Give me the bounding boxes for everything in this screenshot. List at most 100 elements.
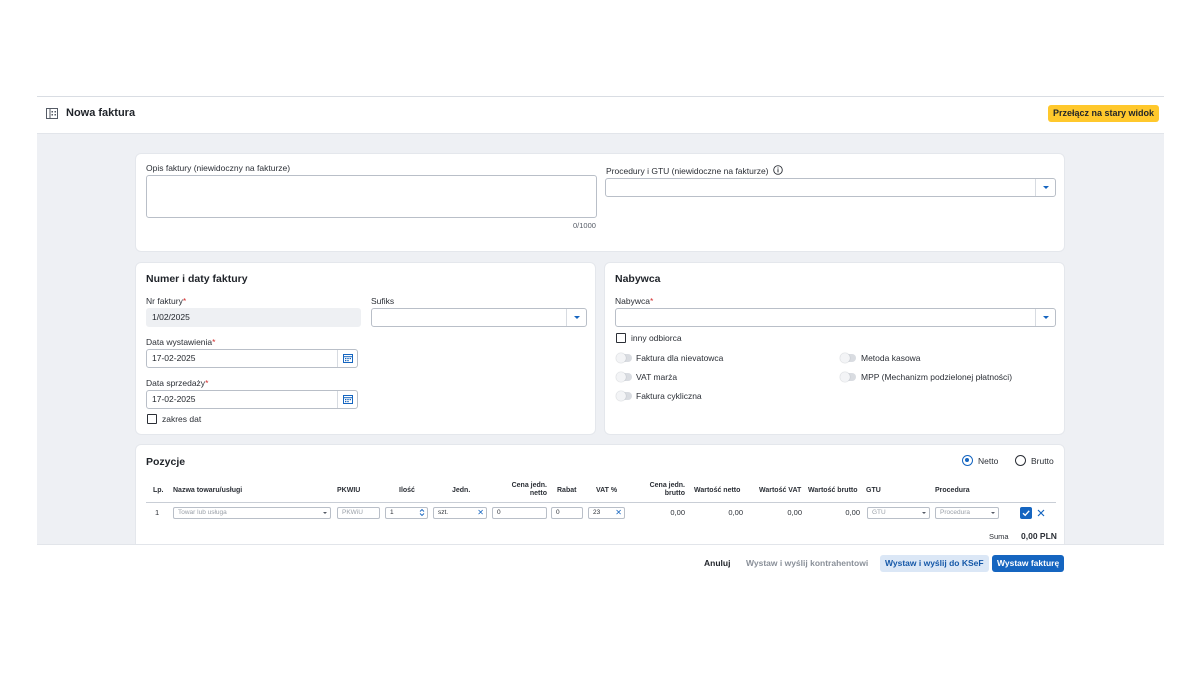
discount-input[interactable]: 0 (551, 507, 583, 519)
discount-value: 0 (556, 509, 560, 516)
unit-gross-price: 0,00 (670, 508, 685, 517)
buyer-heading: Nabywca (615, 273, 661, 285)
chevron-down-icon[interactable] (566, 309, 586, 326)
issue-invoice-button[interactable]: Wystaw fakturę (992, 555, 1065, 572)
numbering-heading: Numer i daty faktury (146, 273, 248, 285)
unit-net-price-input[interactable]: 0 (492, 507, 547, 519)
description-counter: 0/1000 (573, 221, 596, 230)
pkwiu-input[interactable]: PKWiU (337, 507, 380, 519)
page-title: Nowa faktura (66, 107, 136, 119)
pkwiu-placeholder: PKWiU (342, 509, 363, 516)
description-textarea[interactable] (146, 175, 597, 218)
buyer-label-text: Nabywca (615, 296, 650, 306)
invoice-number-field: 1/02/2025 (146, 308, 361, 327)
procedures-select[interactable] (605, 178, 1056, 197)
unit-select[interactable]: szt. ✕ (433, 507, 487, 519)
issue-date-label-text: Data wystawienia (146, 337, 213, 347)
issue-send-contractor-button[interactable]: Wystaw i wyślij kontrahentowi (741, 555, 873, 572)
stepper-arrows-icon[interactable] (419, 508, 425, 517)
sum-value: 0,00 PLN (1021, 531, 1057, 541)
mpp-label: MPP (Mechanizm podzielonej płatności) (861, 372, 1013, 382)
vat-margin-toggle[interactable] (616, 372, 632, 382)
netto-radio[interactable] (962, 455, 973, 466)
calendar-icon (343, 395, 353, 404)
netto-label: Netto (978, 456, 999, 466)
issue-date-field[interactable]: 17-02-2025 (146, 349, 358, 368)
net-value: 0,00 (728, 508, 743, 517)
vat-select[interactable]: 23 ✕ (588, 507, 625, 519)
procedure-placeholder: Procedura (940, 509, 970, 516)
required-mark: * (205, 378, 209, 388)
row-lp: 1 (155, 508, 160, 517)
mpp-toggle[interactable] (840, 372, 856, 382)
description-card: Opis faktury (niewidoczny na fakturze) 0… (135, 153, 1065, 252)
col-qty: Ilość (399, 487, 415, 494)
col-name: Nazwa towaru/usługi (173, 487, 243, 494)
col-unit: Jedn. (452, 487, 471, 494)
check-icon (1022, 510, 1030, 517)
clear-icon[interactable]: ✕ (477, 508, 484, 518)
col-gross-value: Wartość brutto (808, 487, 858, 494)
top-bar: Nowa faktura Przełącz na stary widok (37, 97, 1164, 134)
confirm-row-button[interactable] (1020, 507, 1032, 519)
sale-date-field[interactable]: 17-02-2025 (146, 390, 358, 409)
switch-old-view-button[interactable]: Przełącz na stary widok (1047, 105, 1159, 122)
invoice-app: Nowa faktura Przełącz na stary widok Opi… (37, 96, 1164, 578)
sale-date-value: 17-02-2025 (152, 394, 196, 404)
required-mark: * (649, 296, 654, 306)
calendar-icon (343, 354, 353, 363)
brutto-radio[interactable] (1015, 455, 1026, 466)
chevron-down-icon (323, 512, 327, 514)
date-range-label: zakres dat (162, 414, 202, 424)
col-unit-net-price: Cena jedn. netto (511, 482, 547, 497)
col-lp: Lp. (153, 487, 164, 494)
cash-method-toggle[interactable] (840, 353, 856, 363)
col-procedure: Procedura (935, 487, 970, 494)
header-divider (146, 502, 1056, 503)
col-unit-gross-price: Cena jedn. brutto (649, 482, 685, 497)
vat-margin-label: VAT marża (636, 372, 678, 382)
invoice-number-label-text: Nr faktury (146, 296, 183, 306)
chevron-down-icon[interactable] (1035, 309, 1055, 326)
invoice-number-dates-card: Numer i daty faktury Nr faktury * 1/02/20… (135, 262, 596, 435)
suffix-select[interactable] (371, 308, 587, 327)
product-name-placeholder: Towar lub usługa (178, 509, 227, 516)
chevron-down-icon (922, 512, 926, 514)
other-recipient-checkbox[interactable] (616, 333, 626, 343)
info-circle-icon[interactable] (773, 165, 783, 175)
building-icon (46, 108, 58, 119)
col-discount: Rabat (557, 487, 577, 494)
remove-row-button[interactable] (1035, 507, 1047, 519)
product-name-select[interactable]: Towar lub usługa (173, 507, 331, 519)
chevron-down-icon (991, 512, 995, 514)
cancel-button[interactable]: Anuluj (699, 555, 735, 572)
gross-value: 0,00 (845, 508, 860, 517)
close-icon (1037, 509, 1045, 517)
buyer-select[interactable] (615, 308, 1056, 327)
col-net-value: Wartość netto (694, 487, 741, 494)
invoice-number-value: 1/02/2025 (152, 312, 190, 322)
issue-send-ksef-button[interactable]: Wystaw i wyślij do KSeF (880, 555, 989, 572)
description-label: Opis faktury (niewidoczny na fakturze) (146, 163, 291, 173)
col-vat-value: Wartość VAT (759, 487, 802, 494)
chevron-down-icon[interactable] (1035, 179, 1055, 196)
unit-net-price-value: 0 (497, 509, 501, 516)
date-range-checkbox[interactable] (147, 414, 157, 424)
calendar-button[interactable] (337, 391, 357, 408)
quantity-stepper[interactable]: 1 (385, 507, 428, 519)
col-pkwiu: PKWIU (337, 487, 361, 494)
col-vat: VAT % (596, 487, 618, 494)
procedure-select[interactable]: Procedura (935, 507, 999, 519)
non-vat-invoice-toggle[interactable] (616, 353, 632, 363)
calendar-button[interactable] (337, 350, 357, 367)
issue-date-label: Data wystawienia* (146, 337, 215, 347)
gtu-select[interactable]: GTU (867, 507, 930, 519)
unit-value: szt. (438, 509, 449, 516)
footer-bar: Anuluj Wystaw i wyślij kontrahentowi Wys… (37, 544, 1164, 578)
cyclic-invoice-toggle[interactable] (616, 391, 632, 401)
sale-date-label-text: Data sprzedaży (146, 378, 206, 388)
issue-date-value: 17-02-2025 (152, 353, 196, 363)
clear-icon[interactable]: ✕ (615, 508, 622, 518)
sale-date-label: Data sprzedaży* (146, 378, 208, 388)
quantity-value: 1 (390, 509, 394, 516)
